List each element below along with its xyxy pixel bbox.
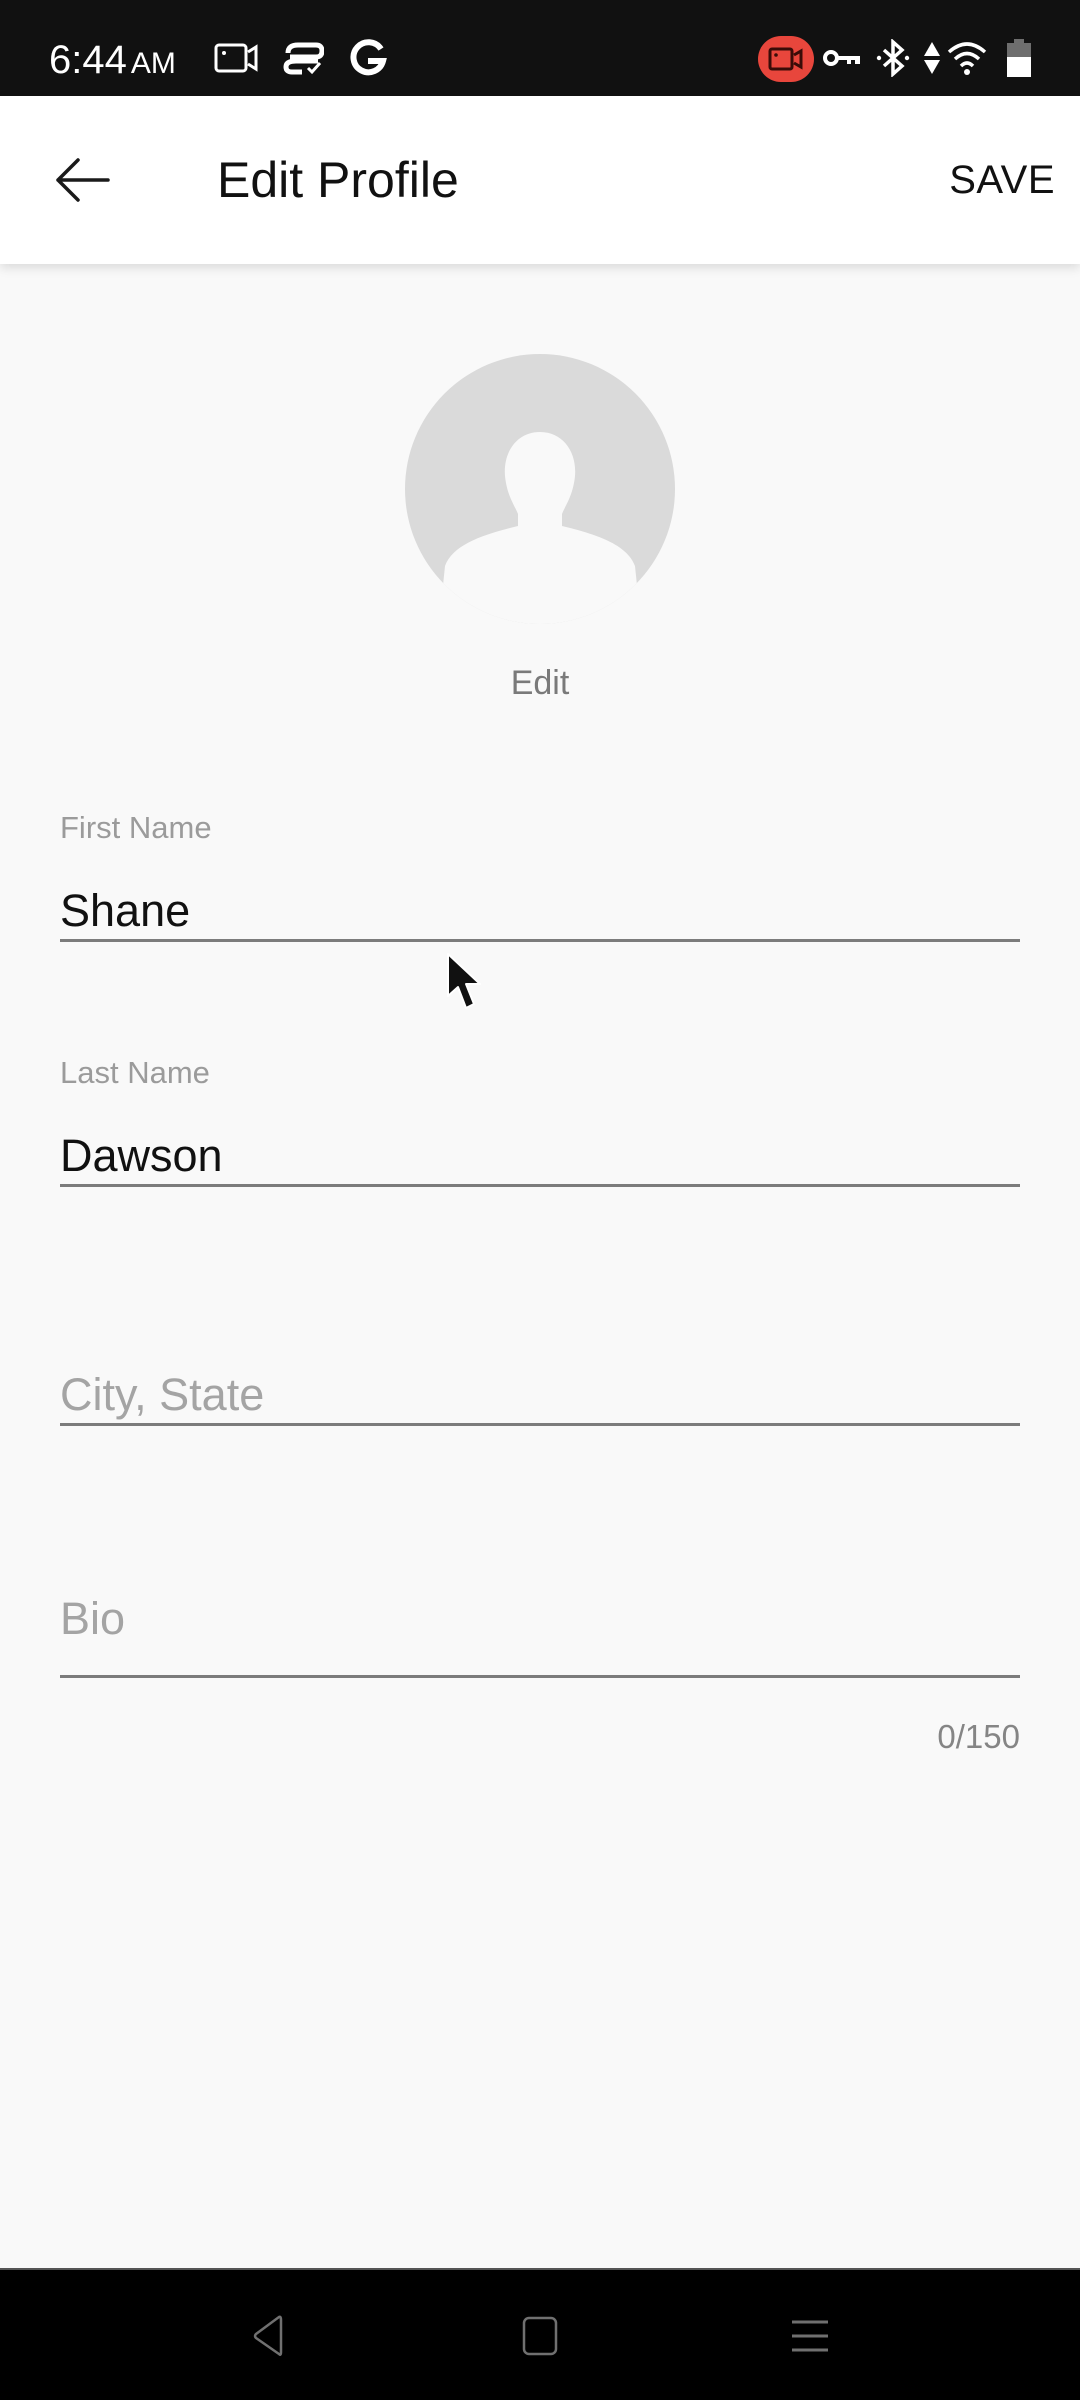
back-button[interactable] xyxy=(40,150,124,210)
wifi-icon xyxy=(946,38,988,78)
clock-ampm: AM xyxy=(130,47,176,80)
home-square-icon xyxy=(522,2316,558,2356)
bluetooth-icon xyxy=(874,38,912,78)
city-state-field xyxy=(60,1366,1020,1426)
save-button[interactable]: SAVE xyxy=(949,154,1055,206)
person-placeholder-icon xyxy=(405,354,675,624)
mouse-cursor-icon xyxy=(447,953,481,1009)
first-name-field: First Name xyxy=(60,808,1020,942)
first-name-input[interactable] xyxy=(60,882,1020,942)
vpn-key-icon xyxy=(822,38,862,78)
city-state-input[interactable] xyxy=(60,1366,1020,1426)
edit-photo-link[interactable]: Edit xyxy=(0,664,1080,703)
arrow-left-icon xyxy=(56,158,110,202)
avatar[interactable] xyxy=(405,354,675,624)
cloud-sync-icon xyxy=(282,38,324,78)
nav-back-button[interactable] xyxy=(228,2306,308,2366)
last-name-label: Last Name xyxy=(60,1055,210,1090)
system-nav-bar xyxy=(0,2268,1080,2400)
bio-field xyxy=(60,1590,1020,1678)
first-name-label: First Name xyxy=(60,810,212,845)
bio-character-counter: 0/150 xyxy=(937,1718,1020,1755)
google-icon xyxy=(348,38,388,78)
nav-home-button[interactable] xyxy=(500,2306,580,2366)
menu-lines-icon xyxy=(792,2320,828,2352)
clock: 6:44 AM xyxy=(49,36,176,88)
clock-time: 6:44 xyxy=(49,38,127,82)
last-name-input[interactable] xyxy=(60,1127,1020,1187)
last-name-field: Last Name xyxy=(60,1053,1020,1187)
screen-record-icon xyxy=(214,38,260,78)
back-triangle-icon xyxy=(253,2315,283,2356)
recording-indicator-icon xyxy=(758,36,814,82)
bio-input[interactable] xyxy=(60,1590,1020,1678)
nav-menu-button[interactable] xyxy=(770,2306,850,2366)
data-arrows-icon xyxy=(922,38,942,78)
battery-icon xyxy=(1006,38,1032,78)
page-title: Edit Profile xyxy=(217,152,459,208)
status-bar: 6:44 AM xyxy=(0,0,1080,96)
app-bar: Edit Profile SAVE xyxy=(0,96,1080,264)
